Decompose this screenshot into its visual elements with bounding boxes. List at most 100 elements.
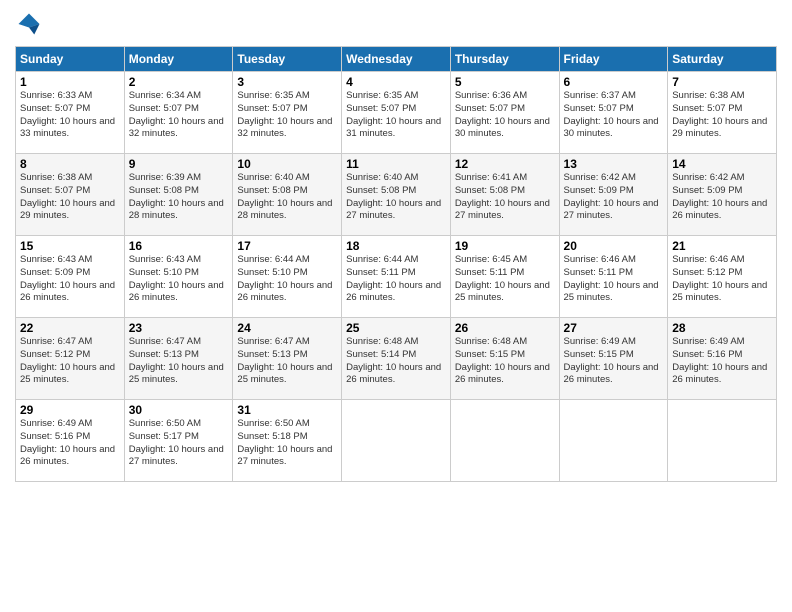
day-number: 17 xyxy=(237,239,337,253)
day-info: Sunrise: 6:40 AM Sunset: 5:08 PM Dayligh… xyxy=(237,172,337,223)
day-number: 5 xyxy=(455,75,555,89)
day-number: 30 xyxy=(129,403,229,417)
day-number: 29 xyxy=(20,403,120,417)
day-info: Sunrise: 6:39 AM Sunset: 5:08 PM Dayligh… xyxy=(129,172,229,223)
calendar-day-cell: 26 Sunrise: 6:48 AM Sunset: 5:15 PM Dayl… xyxy=(450,318,559,400)
day-info: Sunrise: 6:47 AM Sunset: 5:13 PM Dayligh… xyxy=(237,336,337,387)
day-info: Sunrise: 6:50 AM Sunset: 5:18 PM Dayligh… xyxy=(237,418,337,469)
day-number: 14 xyxy=(672,157,772,171)
day-number: 16 xyxy=(129,239,229,253)
calendar-day-cell: 11 Sunrise: 6:40 AM Sunset: 5:08 PM Dayl… xyxy=(342,154,451,236)
day-info: Sunrise: 6:44 AM Sunset: 5:11 PM Dayligh… xyxy=(346,254,446,305)
calendar-weekday: Sunday xyxy=(16,47,125,72)
calendar-header-row: SundayMondayTuesdayWednesdayThursdayFrid… xyxy=(16,47,777,72)
day-info: Sunrise: 6:35 AM Sunset: 5:07 PM Dayligh… xyxy=(237,90,337,141)
calendar-day-cell: 20 Sunrise: 6:46 AM Sunset: 5:11 PM Dayl… xyxy=(559,236,668,318)
day-number: 26 xyxy=(455,321,555,335)
day-number: 24 xyxy=(237,321,337,335)
logo-icon xyxy=(15,10,43,38)
calendar-weekday: Monday xyxy=(124,47,233,72)
day-number: 22 xyxy=(20,321,120,335)
day-info: Sunrise: 6:47 AM Sunset: 5:12 PM Dayligh… xyxy=(20,336,120,387)
calendar-day-cell: 28 Sunrise: 6:49 AM Sunset: 5:16 PM Dayl… xyxy=(668,318,777,400)
day-info: Sunrise: 6:42 AM Sunset: 5:09 PM Dayligh… xyxy=(564,172,664,223)
day-number: 27 xyxy=(564,321,664,335)
calendar-week-row: 15 Sunrise: 6:43 AM Sunset: 5:09 PM Dayl… xyxy=(16,236,777,318)
calendar-day-cell: 1 Sunrise: 6:33 AM Sunset: 5:07 PM Dayli… xyxy=(16,72,125,154)
day-number: 3 xyxy=(237,75,337,89)
calendar-day-cell: 2 Sunrise: 6:34 AM Sunset: 5:07 PM Dayli… xyxy=(124,72,233,154)
day-number: 15 xyxy=(20,239,120,253)
logo xyxy=(15,10,47,38)
calendar-day-cell: 21 Sunrise: 6:46 AM Sunset: 5:12 PM Dayl… xyxy=(668,236,777,318)
day-number: 20 xyxy=(564,239,664,253)
day-number: 8 xyxy=(20,157,120,171)
calendar-day-cell: 27 Sunrise: 6:49 AM Sunset: 5:15 PM Dayl… xyxy=(559,318,668,400)
calendar-day-cell: 4 Sunrise: 6:35 AM Sunset: 5:07 PM Dayli… xyxy=(342,72,451,154)
calendar-day-cell: 24 Sunrise: 6:47 AM Sunset: 5:13 PM Dayl… xyxy=(233,318,342,400)
day-number: 19 xyxy=(455,239,555,253)
calendar-day-cell: 10 Sunrise: 6:40 AM Sunset: 5:08 PM Dayl… xyxy=(233,154,342,236)
calendar-day-cell: 25 Sunrise: 6:48 AM Sunset: 5:14 PM Dayl… xyxy=(342,318,451,400)
day-number: 18 xyxy=(346,239,446,253)
day-number: 28 xyxy=(672,321,772,335)
calendar-day-cell: 8 Sunrise: 6:38 AM Sunset: 5:07 PM Dayli… xyxy=(16,154,125,236)
day-number: 2 xyxy=(129,75,229,89)
day-info: Sunrise: 6:36 AM Sunset: 5:07 PM Dayligh… xyxy=(455,90,555,141)
calendar-week-row: 1 Sunrise: 6:33 AM Sunset: 5:07 PM Dayli… xyxy=(16,72,777,154)
day-number: 11 xyxy=(346,157,446,171)
day-info: Sunrise: 6:48 AM Sunset: 5:15 PM Dayligh… xyxy=(455,336,555,387)
calendar-day-cell: 23 Sunrise: 6:47 AM Sunset: 5:13 PM Dayl… xyxy=(124,318,233,400)
header xyxy=(15,10,777,38)
calendar-day-cell xyxy=(342,400,451,482)
calendar-week-row: 22 Sunrise: 6:47 AM Sunset: 5:12 PM Dayl… xyxy=(16,318,777,400)
calendar-day-cell xyxy=(450,400,559,482)
day-info: Sunrise: 6:46 AM Sunset: 5:11 PM Dayligh… xyxy=(564,254,664,305)
day-info: Sunrise: 6:50 AM Sunset: 5:17 PM Dayligh… xyxy=(129,418,229,469)
calendar-weekday: Friday xyxy=(559,47,668,72)
day-info: Sunrise: 6:38 AM Sunset: 5:07 PM Dayligh… xyxy=(672,90,772,141)
day-info: Sunrise: 6:43 AM Sunset: 5:09 PM Dayligh… xyxy=(20,254,120,305)
calendar-day-cell: 18 Sunrise: 6:44 AM Sunset: 5:11 PM Dayl… xyxy=(342,236,451,318)
calendar-day-cell: 14 Sunrise: 6:42 AM Sunset: 5:09 PM Dayl… xyxy=(668,154,777,236)
calendar-weekday: Wednesday xyxy=(342,47,451,72)
calendar-day-cell: 5 Sunrise: 6:36 AM Sunset: 5:07 PM Dayli… xyxy=(450,72,559,154)
day-info: Sunrise: 6:45 AM Sunset: 5:11 PM Dayligh… xyxy=(455,254,555,305)
day-number: 9 xyxy=(129,157,229,171)
day-info: Sunrise: 6:38 AM Sunset: 5:07 PM Dayligh… xyxy=(20,172,120,223)
day-info: Sunrise: 6:41 AM Sunset: 5:08 PM Dayligh… xyxy=(455,172,555,223)
calendar-day-cell: 15 Sunrise: 6:43 AM Sunset: 5:09 PM Dayl… xyxy=(16,236,125,318)
calendar-day-cell: 7 Sunrise: 6:38 AM Sunset: 5:07 PM Dayli… xyxy=(668,72,777,154)
day-info: Sunrise: 6:34 AM Sunset: 5:07 PM Dayligh… xyxy=(129,90,229,141)
day-info: Sunrise: 6:35 AM Sunset: 5:07 PM Dayligh… xyxy=(346,90,446,141)
calendar-day-cell: 6 Sunrise: 6:37 AM Sunset: 5:07 PM Dayli… xyxy=(559,72,668,154)
day-number: 12 xyxy=(455,157,555,171)
day-number: 31 xyxy=(237,403,337,417)
day-info: Sunrise: 6:43 AM Sunset: 5:10 PM Dayligh… xyxy=(129,254,229,305)
calendar-day-cell: 31 Sunrise: 6:50 AM Sunset: 5:18 PM Dayl… xyxy=(233,400,342,482)
day-number: 13 xyxy=(564,157,664,171)
day-number: 23 xyxy=(129,321,229,335)
calendar-day-cell: 30 Sunrise: 6:50 AM Sunset: 5:17 PM Dayl… xyxy=(124,400,233,482)
day-info: Sunrise: 6:49 AM Sunset: 5:15 PM Dayligh… xyxy=(564,336,664,387)
day-info: Sunrise: 6:46 AM Sunset: 5:12 PM Dayligh… xyxy=(672,254,772,305)
day-number: 10 xyxy=(237,157,337,171)
day-info: Sunrise: 6:42 AM Sunset: 5:09 PM Dayligh… xyxy=(672,172,772,223)
day-number: 25 xyxy=(346,321,446,335)
day-info: Sunrise: 6:40 AM Sunset: 5:08 PM Dayligh… xyxy=(346,172,446,223)
calendar-day-cell: 3 Sunrise: 6:35 AM Sunset: 5:07 PM Dayli… xyxy=(233,72,342,154)
calendar-day-cell xyxy=(559,400,668,482)
day-number: 21 xyxy=(672,239,772,253)
calendar-day-cell: 12 Sunrise: 6:41 AM Sunset: 5:08 PM Dayl… xyxy=(450,154,559,236)
calendar-day-cell: 9 Sunrise: 6:39 AM Sunset: 5:08 PM Dayli… xyxy=(124,154,233,236)
day-info: Sunrise: 6:47 AM Sunset: 5:13 PM Dayligh… xyxy=(129,336,229,387)
page-container: SundayMondayTuesdayWednesdayThursdayFrid… xyxy=(0,0,792,492)
calendar-week-row: 8 Sunrise: 6:38 AM Sunset: 5:07 PM Dayli… xyxy=(16,154,777,236)
calendar-week-row: 29 Sunrise: 6:49 AM Sunset: 5:16 PM Dayl… xyxy=(16,400,777,482)
calendar-weekday: Thursday xyxy=(450,47,559,72)
calendar-day-cell xyxy=(668,400,777,482)
calendar-day-cell: 13 Sunrise: 6:42 AM Sunset: 5:09 PM Dayl… xyxy=(559,154,668,236)
calendar-day-cell: 29 Sunrise: 6:49 AM Sunset: 5:16 PM Dayl… xyxy=(16,400,125,482)
day-number: 7 xyxy=(672,75,772,89)
calendar-table: SundayMondayTuesdayWednesdayThursdayFrid… xyxy=(15,46,777,482)
